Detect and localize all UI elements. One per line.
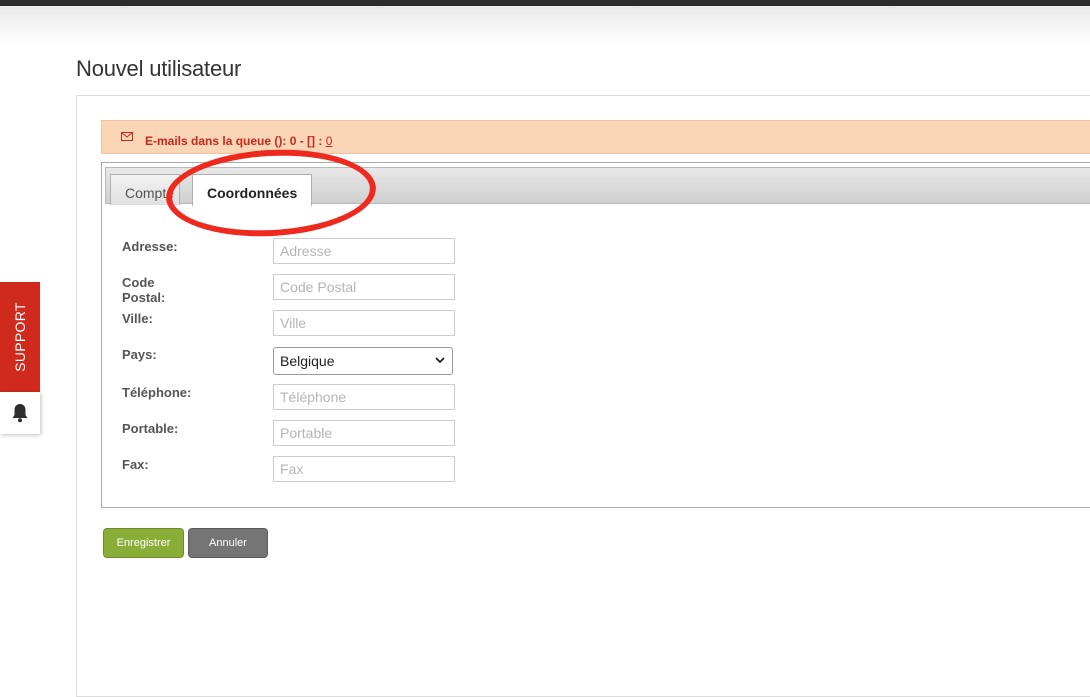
pays-label: Pays: (122, 347, 157, 362)
ville-input[interactable] (273, 310, 455, 336)
tabs-container: Compte Coordonnées Adresse: Code Postal:… (101, 162, 1090, 508)
page-title: Nouvel utilisateur (76, 56, 242, 81)
code-postal-label: Code Postal: (122, 275, 166, 305)
alert-count-link[interactable]: 0 (326, 134, 333, 148)
pays-select[interactable]: Belgique (273, 347, 453, 375)
tab-bar: Compte Coordonnées (105, 167, 1090, 206)
tab-coordonnees[interactable]: Coordonnées (192, 174, 313, 206)
envelope-icon (121, 132, 133, 141)
adresse-label: Adresse: (122, 239, 178, 254)
fax-label: Fax: (122, 457, 149, 472)
header-shade (0, 6, 1090, 46)
bell-icon (12, 404, 28, 423)
chevron-down-icon (435, 357, 445, 364)
cancel-button[interactable]: Annuler (188, 528, 268, 558)
portable-input[interactable] (273, 420, 455, 446)
pays-selected-value: Belgique (280, 353, 335, 369)
alert-text: E-mails dans la queue (): 0 - [] : (145, 134, 326, 148)
telephone-label: Téléphone: (122, 385, 192, 400)
support-tab[interactable]: SUPPORT (0, 282, 40, 392)
portable-label: Portable: (122, 421, 179, 436)
adresse-input[interactable] (273, 238, 455, 264)
ville-label: Ville: (122, 311, 153, 326)
alert-text-wrap: E-mails dans la queue (): 0 - [] : 0 (145, 134, 332, 148)
fax-input[interactable] (273, 456, 455, 482)
code-postal-input[interactable] (273, 274, 455, 300)
save-button[interactable]: Enregistrer (103, 528, 184, 558)
email-queue-alert: E-mails dans la queue (): 0 - [] : 0 (101, 120, 1090, 154)
support-label: SUPPORT (12, 302, 28, 372)
telephone-input[interactable] (273, 384, 455, 410)
notifications-button[interactable] (0, 392, 40, 434)
tab-compte[interactable]: Compte (110, 174, 180, 205)
